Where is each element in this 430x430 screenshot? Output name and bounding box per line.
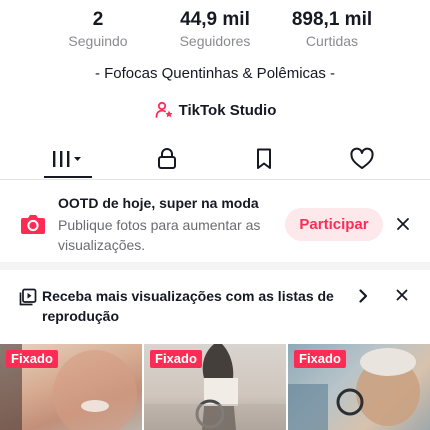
video-thumbnail[interactable]: Fixado [144, 344, 286, 430]
section-divider [0, 262, 430, 270]
profile-stats: 2 Seguindo 44,9 mil Seguidores 898,1 mil… [0, 8, 430, 54]
stat-followers-count: 44,9 mil [180, 9, 250, 30]
person-star-icon [155, 101, 173, 118]
profile-tabs [0, 138, 430, 180]
bookmark-icon [257, 148, 271, 169]
grid-bars-icon [53, 151, 81, 167]
active-tab-indicator [44, 176, 92, 178]
pinned-badge: Fixado [294, 350, 346, 368]
tab-favorites[interactable] [234, 138, 294, 180]
participate-button[interactable]: Participar [285, 208, 383, 241]
video-thumbnail[interactable]: Fixado [0, 344, 142, 430]
tab-liked[interactable] [332, 138, 392, 180]
video-grid: Fixado Fixado Fixado [0, 344, 430, 430]
promo-title: OOTD de hoje, super na moda [58, 195, 259, 211]
stat-followers[interactable]: 44,9 mil Seguidores [165, 8, 265, 50]
chevron-right-icon[interactable] [356, 288, 370, 304]
stat-following-label: Seguindo [68, 33, 128, 49]
stat-likes[interactable]: 898,1 mil Curtidas [282, 8, 382, 50]
stat-following[interactable]: 2 Seguindo [48, 8, 148, 50]
pinned-badge: Fixado [150, 350, 202, 368]
playlist-icon [19, 288, 37, 306]
stat-following-count: 2 [92, 9, 104, 30]
stat-likes-label: Curtidas [305, 33, 359, 49]
stat-followers-label: Seguidores [179, 33, 251, 49]
profile-bio: - Fofocas Quentinhas & Polêmicas - [94, 65, 336, 82]
tiktok-studio-link[interactable]: TikTok Studio [0, 99, 430, 121]
pinned-badge: Fixado [6, 350, 58, 368]
camera-icon [21, 215, 45, 234]
close-icon[interactable] [395, 216, 411, 232]
close-icon[interactable] [395, 288, 409, 302]
heart-icon [350, 147, 374, 169]
tab-private[interactable] [137, 138, 197, 180]
tab-videos[interactable] [38, 138, 98, 180]
tiktok-studio-label: TikTok Studio [178, 101, 277, 119]
lock-icon [158, 148, 176, 169]
playlist-banner-text: Receba mais visualizações com as listas … [42, 288, 334, 324]
video-thumbnail[interactable]: Fixado [288, 344, 430, 430]
stat-likes-count: 898,1 mil [291, 9, 373, 30]
promo-body: Publique fotos para aumentar as visualiz… [58, 217, 261, 253]
